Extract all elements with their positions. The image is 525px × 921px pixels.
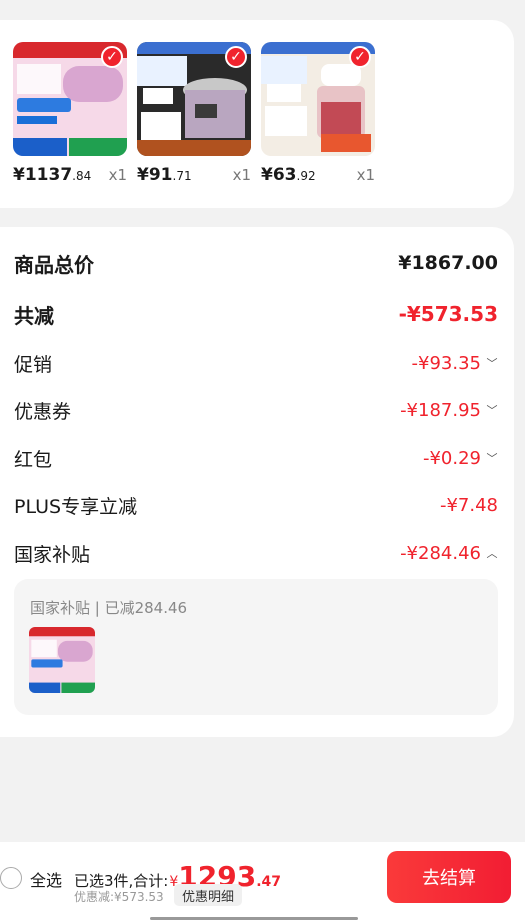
promo-value: -¥93.35: [411, 352, 481, 374]
food-chopper-product-image[interactable]: ✓: [261, 42, 375, 156]
select-all-label[interactable]: 全选: [30, 867, 62, 891]
plus-discount-row: PLUS专享立减 -¥7.48: [14, 490, 498, 520]
discount-summary: 优惠减:¥573.53: [74, 890, 164, 904]
selected-check-icon[interactable]: ✓: [225, 46, 247, 68]
chevron-up-icon[interactable]: ︿: [486, 545, 498, 561]
coupon-row[interactable]: 优惠券 -¥187.95 ﹀: [14, 395, 498, 425]
select-all-radio[interactable]: [0, 867, 22, 889]
chevron-down-icon[interactable]: ﹀: [486, 450, 498, 466]
subsidy-detail-panel: 国家补贴 | 已减284.46: [14, 579, 498, 715]
selected-check-icon[interactable]: ✓: [349, 46, 371, 68]
total-reduce-label: 共减: [14, 303, 54, 328]
total-price-dec: .47: [256, 874, 282, 890]
discount-detail-button[interactable]: 优惠明细: [174, 884, 243, 906]
price-summary-card: 商品总价 ¥1867.00 共减 -¥573.53 促销 -¥93.35 ﹀ 优惠…: [0, 227, 514, 737]
goods-total-row: 商品总价 ¥1867.00: [14, 248, 498, 278]
product-item[interactable]: ✓ ¥63.92 x1: [261, 42, 375, 185]
subsidy-value: -¥284.46: [400, 542, 481, 564]
total-reduce-value: -¥573.53: [398, 302, 498, 326]
coupon-label: 优惠券: [14, 400, 72, 423]
selected-check-icon[interactable]: ✓: [101, 46, 123, 68]
subsidy-detail-title: 国家补贴 | 已减284.46: [30, 599, 188, 617]
product-item[interactable]: ✓ ¥1137.84 x1: [13, 42, 127, 185]
product-quantity: x1: [232, 166, 251, 184]
selected-products-card: ✓ ¥1137.84 x1 ✓ ¥91.71 x1 ✓ ¥63.92 x1: [0, 20, 514, 208]
promo-label: 促销: [14, 353, 53, 376]
plus-discount-value: -¥7.48: [439, 494, 498, 516]
home-indicator: [150, 917, 358, 920]
subsidy-row[interactable]: 国家补贴 -¥284.46 ︿: [14, 538, 498, 568]
product-price: ¥1137.84: [13, 165, 92, 185]
product-item[interactable]: ✓ ¥91.71 x1: [137, 42, 251, 185]
redpacket-row[interactable]: 红包 -¥0.29 ﹀: [14, 443, 498, 473]
coupon-value: -¥187.95: [400, 399, 481, 421]
product-quantity: x1: [356, 166, 375, 184]
promo-row[interactable]: 促销 -¥93.35 ﹀: [14, 348, 498, 378]
goods-total-label: 商品总价: [14, 252, 94, 277]
pressure-cooker-product-image[interactable]: ✓: [137, 42, 251, 156]
redpacket-value: -¥0.29: [422, 447, 481, 469]
subsidy-label: 国家补贴: [14, 543, 91, 566]
water-heater-product-image[interactable]: ✓: [13, 42, 127, 156]
redpacket-label: 红包: [14, 448, 53, 471]
product-price: ¥63.92: [261, 165, 316, 185]
plus-discount-label: PLUS专享立减: [14, 495, 138, 518]
product-quantity: x1: [108, 166, 127, 184]
product-price: ¥91.71: [137, 165, 192, 185]
checkout-button[interactable]: 去结算: [387, 851, 511, 903]
chevron-down-icon[interactable]: ﹀: [486, 355, 498, 371]
chevron-down-icon[interactable]: ﹀: [486, 402, 498, 418]
checkout-bar: 全选 已选3件,合计: ¥ 1293 .47 优惠减:¥573.53 优惠明细 …: [0, 842, 525, 921]
water-heater-product-image[interactable]: [29, 627, 95, 693]
goods-total-value: ¥1867.00: [398, 252, 498, 274]
total-reduce-row: 共减 -¥573.53: [14, 299, 498, 329]
